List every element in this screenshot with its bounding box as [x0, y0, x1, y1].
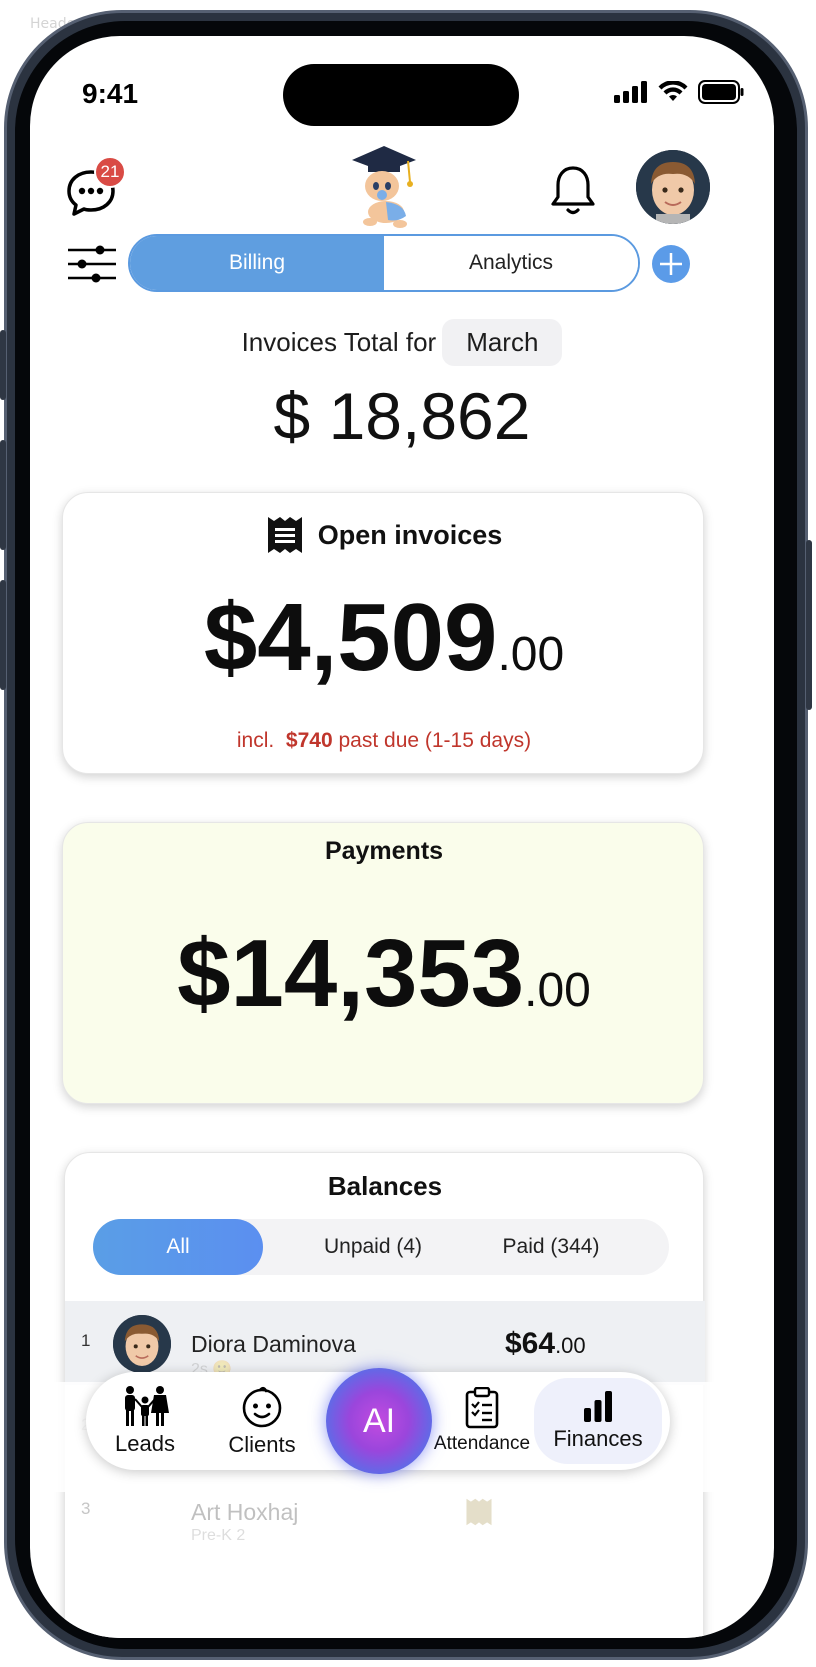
tab-clients[interactable]: Clients [214, 1372, 310, 1470]
row-name: Diora Daminova [191, 1331, 356, 1357]
payments-amount-cents: .00 [524, 964, 591, 1017]
invoices-total-heading: Invoices Total for March [30, 318, 774, 366]
battery-icon [698, 80, 744, 104]
baby-face-icon [242, 1386, 282, 1428]
row-index: 3 [81, 1499, 91, 1518]
phone-volume-up [0, 440, 6, 550]
filter-unpaid[interactable]: Unpaid (4) [263, 1219, 483, 1275]
avatar [113, 1315, 171, 1373]
open-invoices-amount-main: $4,509 [203, 584, 498, 691]
status-time: 9:41 [82, 78, 139, 109]
notifications-button[interactable] [550, 164, 596, 218]
tab-leads[interactable]: Leads [100, 1372, 190, 1470]
child-avatar-image [113, 1315, 171, 1373]
invoices-total-amount: $ 18,862 [273, 379, 531, 453]
row-amount-main: $64 [505, 1327, 556, 1360]
payments-title: Payments [324, 837, 444, 865]
app-screen: 9:41 21 Billing Analytics Invoices Total… [30, 36, 774, 1638]
tab-finances[interactable]: Finances [534, 1378, 662, 1464]
phone-side-button [0, 330, 6, 400]
wifi-icon [658, 81, 688, 101]
filter-paid[interactable]: Paid (344) [483, 1219, 619, 1275]
family-icon [125, 1386, 169, 1426]
past-due-prefix: incl. [236, 729, 275, 752]
balances-title: Balances [327, 1171, 443, 1201]
profile-avatar[interactable] [636, 150, 710, 224]
phone-volume-down [0, 580, 6, 690]
row-index: 1 [81, 1331, 91, 1350]
payments-card[interactable]: Payments $14,353.00 [62, 822, 704, 1104]
graduate-baby-logo [348, 142, 420, 228]
child-avatar-image [636, 150, 710, 224]
tab-leads-label: Leads [115, 1431, 175, 1456]
plus-icon [660, 253, 682, 275]
past-due-amount: $740 [285, 729, 333, 752]
tab-attendance-label: Attendance [433, 1433, 531, 1454]
status-icons [614, 80, 744, 104]
open-invoices-header: Open invoices [63, 515, 705, 555]
open-invoices-amount: $4,509.00 [63, 583, 705, 693]
receipt-icon [267, 517, 302, 553]
clipboard-checklist-icon [465, 1387, 499, 1429]
row-name: Art Hoxhaj [191, 1499, 299, 1525]
filters-button[interactable] [66, 244, 118, 284]
billing-analytics-switch: Billing Analytics [128, 234, 640, 292]
tab-finances-label: Finances [553, 1426, 643, 1451]
dynamic-island [283, 64, 519, 126]
filter-all[interactable]: All [93, 1219, 263, 1275]
tab-attendance[interactable]: Attendance [426, 1372, 538, 1470]
bell-icon [551, 166, 595, 215]
tab-clients-label: Clients [228, 1432, 296, 1457]
cellular-signal-icon [614, 81, 647, 103]
ai-assistant-button[interactable]: AI [326, 1368, 432, 1474]
tab-analytics[interactable]: Analytics [384, 236, 638, 290]
balances-filter-tabs: All Unpaid (4) Paid (344) [93, 1219, 669, 1275]
row-group: Pre-K 2 [191, 1527, 246, 1544]
payments-amount: $14,353.00 [63, 919, 705, 1029]
payments-amount-main: $14,353 [177, 920, 525, 1027]
open-invoices-title: Open invoices [317, 519, 503, 550]
phone-power-button [806, 540, 812, 710]
device-canvas: Header H er 9:41 [0, 0, 816, 1667]
sliders-icon [68, 245, 116, 283]
logo-graphic [352, 146, 416, 228]
past-due-suffix: past due (1-15 days) [338, 729, 532, 752]
add-button[interactable] [652, 245, 690, 283]
invoices-total-label: Invoices Total for [241, 326, 437, 357]
past-due-note: incl. $740 past due (1-15 days) [63, 729, 705, 753]
tab-billing[interactable]: Billing [130, 236, 384, 290]
bar-chart-icon [584, 1391, 612, 1422]
open-invoices-card[interactable]: Open invoices $4,509.00 incl. $740 past … [62, 492, 704, 774]
messages-badge: 21 [94, 156, 126, 188]
row-amount: $64.00 [505, 1327, 586, 1361]
row-amount-cents: .00 [555, 1333, 586, 1358]
open-invoices-amount-cents: .00 [497, 628, 565, 681]
month-selector[interactable]: March [442, 318, 563, 366]
receipt-icon [466, 1498, 492, 1526]
